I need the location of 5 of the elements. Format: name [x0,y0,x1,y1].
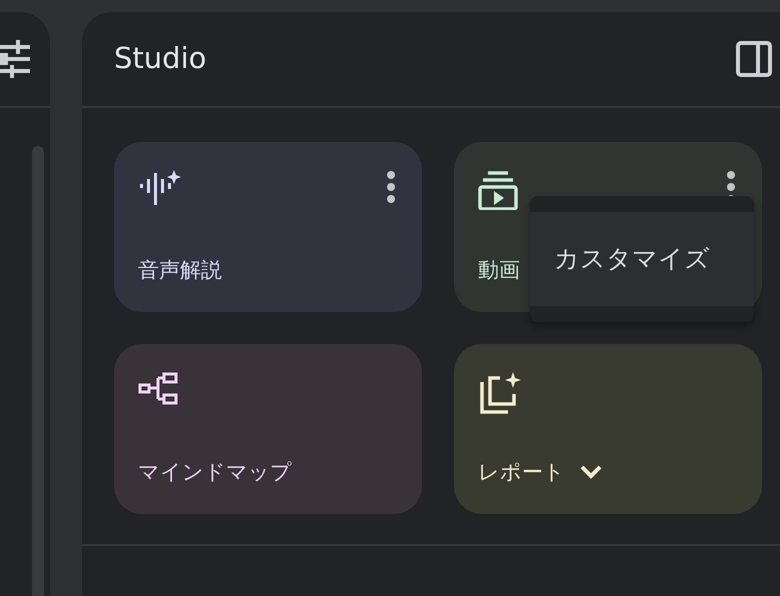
card-label: 動画 [478,256,520,284]
card-label: レポート [478,458,565,486]
card-label: マインドマップ [138,458,292,486]
panel-title: Studio [114,40,206,78]
card-label: 音声解説 [138,256,222,284]
